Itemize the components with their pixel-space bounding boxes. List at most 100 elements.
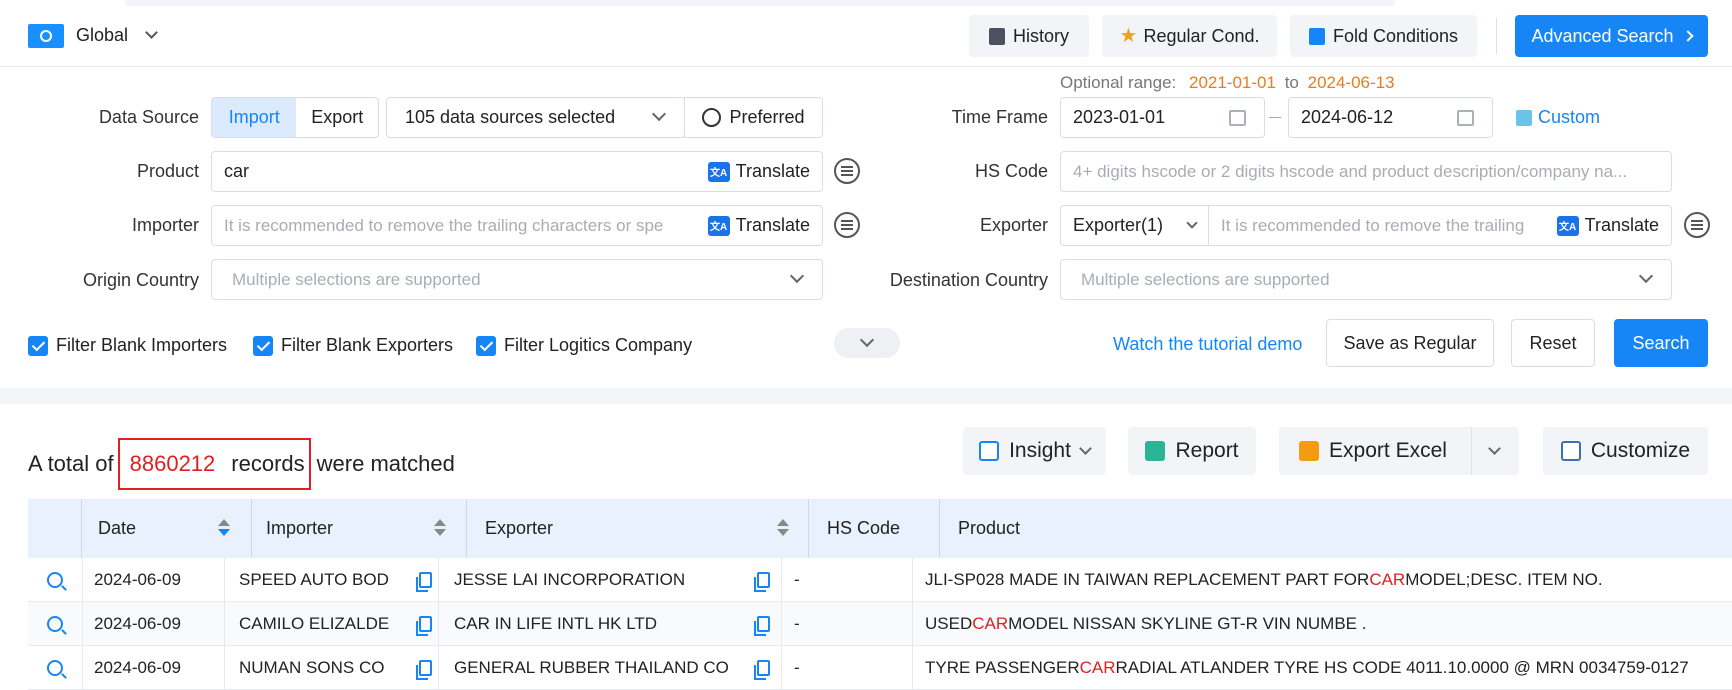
history-button[interactable]: History bbox=[969, 15, 1089, 57]
filter-importers-label: Filter Blank Importers bbox=[56, 335, 228, 355]
header-date-label: Date bbox=[98, 518, 137, 538]
importer-input[interactable]: It is recommended to remove the trailing… bbox=[211, 205, 823, 246]
query-builder-icon[interactable] bbox=[834, 212, 860, 238]
date-to-input[interactable]: 2024-06-12 bbox=[1288, 97, 1493, 138]
copy-icon[interactable] bbox=[415, 572, 432, 592]
export-excel-button[interactable]: Export Excel bbox=[1279, 427, 1519, 475]
reset-button[interactable]: Reset bbox=[1511, 319, 1595, 367]
row-importer[interactable]: SPEED AUTO BOD bbox=[239, 558, 409, 602]
header-product-label: Product bbox=[958, 518, 1021, 538]
header-product[interactable]: Product bbox=[940, 499, 1732, 558]
query-builder-icon[interactable] bbox=[1684, 212, 1710, 238]
search-icon[interactable] bbox=[47, 616, 63, 632]
checkbox-checked-icon[interactable] bbox=[28, 335, 48, 356]
exporter-input[interactable]: It is recommended to remove the trailing… bbox=[1208, 205, 1672, 246]
search-button[interactable]: Search bbox=[1614, 319, 1708, 367]
header-exporter-label: Exporter bbox=[485, 518, 554, 538]
exporter-type-select[interactable]: Exporter(1) bbox=[1060, 205, 1209, 246]
copy-cell[interactable] bbox=[748, 602, 778, 646]
row-detail-cell[interactable] bbox=[28, 558, 82, 602]
row-detail-cell[interactable] bbox=[28, 602, 82, 646]
row-exporter[interactable]: JESSE LAI INCORPORATION bbox=[454, 558, 714, 602]
regular-cond-label: Regular Cond. bbox=[1143, 25, 1260, 46]
table-row[interactable]: 2024-06-09 NUMAN SONS CO GENERAL RUBBER … bbox=[28, 646, 1732, 690]
copy-icon[interactable] bbox=[753, 616, 770, 636]
copy-icon[interactable] bbox=[415, 616, 432, 636]
data-sources-value: 105 data sources selected bbox=[405, 107, 616, 127]
hs-code-label: HS Code bbox=[974, 161, 1048, 181]
table-row[interactable]: 2024-06-09 CAMILO ELIZALDE CAR IN LIFE I… bbox=[28, 602, 1732, 646]
header-hs-code[interactable]: HS Code bbox=[809, 499, 940, 558]
preferred-button[interactable]: Preferred bbox=[684, 97, 823, 138]
product-text: MODEL;DESC. ITEM NO. bbox=[1405, 570, 1603, 589]
table-header: Date Importer Exporter HS Code Product bbox=[28, 499, 1732, 558]
copy-cell[interactable] bbox=[748, 646, 778, 690]
globe-icon[interactable] bbox=[28, 24, 64, 48]
sort-icon[interactable] bbox=[218, 519, 230, 537]
custom-button[interactable]: Custom bbox=[1516, 107, 1600, 128]
translate-button[interactable]: 文A Translate bbox=[1548, 215, 1659, 236]
origin-country-select[interactable]: Multiple selections are supported bbox=[211, 259, 823, 300]
copy-icon[interactable] bbox=[753, 660, 770, 680]
region-selector[interactable]: Global bbox=[76, 25, 158, 46]
sort-icon[interactable] bbox=[434, 519, 446, 537]
table-row[interactable]: 2024-06-09 SPEED AUTO BOD JESSE LAI INCO… bbox=[28, 558, 1732, 602]
translate-button[interactable]: 文A Translate bbox=[699, 161, 810, 182]
insight-button[interactable]: Insight bbox=[963, 427, 1106, 475]
time-frame-label: Time Frame bbox=[951, 107, 1048, 127]
copy-icon[interactable] bbox=[415, 660, 432, 680]
product-text: TYRE PASSENGER bbox=[925, 658, 1080, 677]
product-value: car bbox=[224, 161, 250, 181]
sort-icon[interactable] bbox=[777, 519, 789, 537]
checkbox-checked-icon[interactable] bbox=[476, 335, 496, 356]
report-button[interactable]: Report bbox=[1128, 427, 1256, 475]
row-exporter[interactable]: GENERAL RUBBER THAILAND CO bbox=[454, 646, 744, 690]
customize-label: Customize bbox=[1590, 439, 1691, 462]
search-icon[interactable] bbox=[47, 572, 63, 588]
history-label: History bbox=[1012, 25, 1069, 46]
calendar-icon bbox=[1229, 109, 1246, 126]
translate-button[interactable]: 文A Translate bbox=[699, 215, 810, 236]
product-input[interactable]: car 文A Translate bbox=[211, 151, 823, 192]
customize-button[interactable]: Customize bbox=[1543, 427, 1708, 475]
tutorial-link[interactable]: Watch the tutorial demo bbox=[1113, 334, 1302, 355]
filter-blank-exporters[interactable]: Filter Blank Exporters bbox=[253, 335, 453, 356]
fold-conditions-button[interactable]: Fold Conditions bbox=[1290, 15, 1477, 57]
regular-cond-button[interactable]: ★ Regular Cond. bbox=[1102, 15, 1277, 57]
data-sources-select[interactable]: 105 data sources selected bbox=[386, 97, 685, 138]
header-importer[interactable]: Importer bbox=[252, 499, 467, 558]
row-importer[interactable]: CAMILO ELIZALDE bbox=[239, 602, 409, 646]
query-builder-icon[interactable] bbox=[834, 158, 860, 184]
copy-cell[interactable] bbox=[410, 646, 440, 690]
copy-cell[interactable] bbox=[410, 602, 440, 646]
copy-cell[interactable] bbox=[748, 558, 778, 602]
destination-country-select[interactable]: Multiple selections are supported bbox=[1060, 259, 1672, 300]
copy-icon[interactable] bbox=[753, 572, 770, 592]
row-detail-cell[interactable] bbox=[28, 646, 82, 690]
report-label: Report bbox=[1175, 439, 1239, 462]
date-from-input[interactable]: 2023-01-01 bbox=[1060, 97, 1265, 138]
copy-cell[interactable] bbox=[410, 558, 440, 602]
filter-logistics-label: Filter Logitics Company bbox=[504, 335, 693, 355]
filter-logistics-company[interactable]: Filter Logitics Company bbox=[476, 335, 692, 356]
advanced-search-button[interactable]: Advanced Search bbox=[1515, 15, 1708, 57]
filter-blank-importers[interactable]: Filter Blank Importers bbox=[28, 335, 227, 356]
origin-country-placeholder: Multiple selections are supported bbox=[232, 269, 481, 289]
chevron-down-icon[interactable] bbox=[1488, 441, 1501, 455]
export-tab[interactable]: Export bbox=[296, 98, 378, 137]
save-as-regular-button[interactable]: Save as Regular bbox=[1326, 319, 1494, 367]
import-tab[interactable]: Import bbox=[212, 98, 297, 137]
exporter-label: Exporter bbox=[979, 215, 1048, 235]
checkbox-checked-icon[interactable] bbox=[253, 335, 273, 356]
importer-label: Importer bbox=[131, 215, 199, 235]
row-importer[interactable]: NUMAN SONS CO bbox=[239, 646, 409, 690]
header-date[interactable]: Date bbox=[82, 499, 252, 558]
optional-range-from: 2021-01-01 bbox=[1188, 73, 1276, 92]
report-icon bbox=[1145, 441, 1166, 461]
expand-toggle[interactable] bbox=[834, 328, 900, 358]
header-exporter[interactable]: Exporter bbox=[467, 499, 809, 558]
row-product: TYRE PASSENGER CAR RADIAL ATLANDER TYRE … bbox=[925, 646, 1732, 690]
hs-code-input[interactable]: 4+ digits hscode or 2 digits hscode and … bbox=[1060, 151, 1672, 192]
search-icon[interactable] bbox=[47, 660, 63, 676]
row-exporter[interactable]: CAR IN LIFE INTL HK LTD bbox=[454, 602, 714, 646]
